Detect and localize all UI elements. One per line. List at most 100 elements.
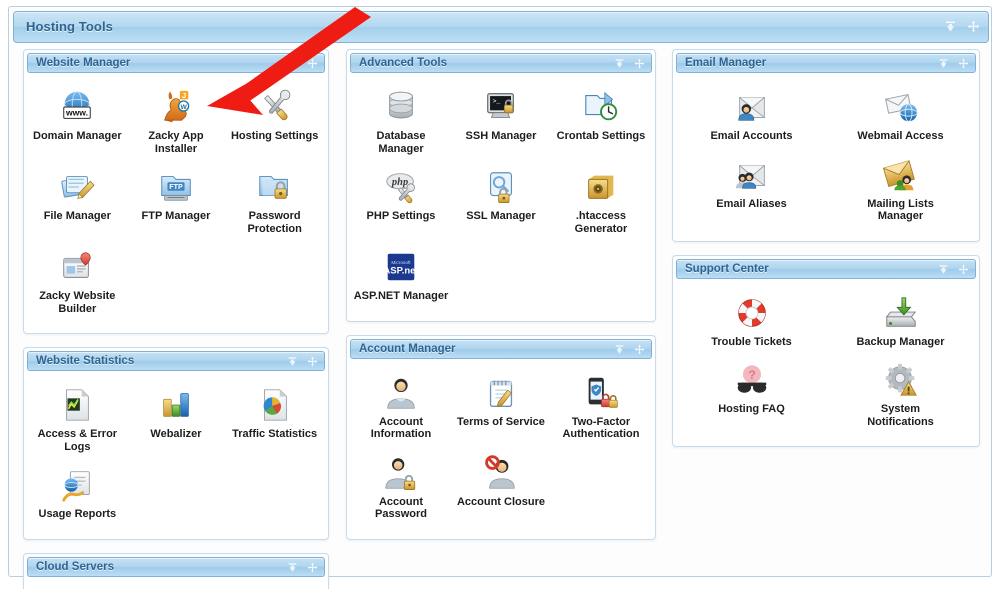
tool-tile-hosting-settings[interactable]: Hosting Settings [225, 83, 324, 163]
gear-warning-icon [881, 360, 921, 400]
column-middle: Advanced Tools Database Manager >_SSH Ma… [346, 49, 656, 553]
tool-tile-webmail-access[interactable]: Webmail Access [826, 83, 975, 151]
tool-tile-traffic-statistics[interactable]: Traffic Statistics [225, 381, 324, 461]
tool-label: Hosting Settings [231, 130, 318, 143]
panel-support-center: Support Center Trouble Tickets Backup Ma… [672, 255, 980, 448]
tool-tile-terms-of-service[interactable]: Terms of Service [451, 369, 551, 449]
tool-tile-access-error-logs[interactable]: Access & Error Logs [28, 381, 127, 461]
log-chart-document-icon [57, 385, 97, 425]
svg-text:W: W [180, 104, 187, 111]
collapse-icon[interactable] [938, 58, 949, 69]
collapse-icon[interactable] [944, 20, 957, 33]
globe-www-icon: www. [57, 87, 97, 127]
tool-tile-email-accounts[interactable]: Email Accounts [677, 83, 826, 151]
notepad-pencil-icon [481, 373, 521, 413]
move-icon[interactable] [634, 58, 645, 69]
tool-tile-database-manager[interactable]: Database Manager [351, 83, 451, 163]
tool-label: Webalizer [150, 428, 201, 441]
tool-label: PHP Settings [367, 210, 436, 223]
tool-tile-crontab-settings[interactable]: Crontab Settings [551, 83, 651, 163]
tool-tile-backup-manager[interactable]: Backup Manager [826, 289, 975, 357]
user-icon [381, 373, 421, 413]
move-icon[interactable] [967, 20, 980, 33]
collapse-icon[interactable] [287, 562, 298, 573]
move-icon[interactable] [958, 58, 969, 69]
move-icon[interactable] [307, 58, 318, 69]
page-shell: Hosting Tools Website Manager [8, 6, 992, 577]
tool-tile-ftp-manager[interactable]: FTP FTP Manager [127, 163, 226, 243]
move-icon[interactable] [307, 356, 318, 367]
panel-controls [614, 58, 645, 69]
tool-label: Account Password [353, 496, 449, 521]
panel-cloud-servers: Cloud Servers VPS Manager VPS Upgrades [23, 553, 329, 589]
tool-tile-zacky-website-builder[interactable]: Zacky Website Builder [28, 243, 127, 323]
ftp-folder-icon: FTP [156, 167, 196, 207]
main-titlebar: Hosting Tools [13, 11, 989, 43]
tool-tile-domain-manager[interactable]: www.Domain Manager [28, 83, 127, 163]
tool-tile-htaccess-generator[interactable]: .htaccess Generator [551, 163, 651, 243]
svg-text:ASP.net: ASP.net [383, 266, 419, 277]
tool-tile-hosting-faq[interactable]: ?Hosting FAQ [677, 356, 826, 436]
usage-report-icon [57, 465, 97, 505]
mailing-list-icon [881, 155, 921, 195]
move-icon[interactable] [307, 562, 318, 573]
panel-header-website-manager: Website Manager [27, 53, 325, 73]
panel-controls [938, 58, 969, 69]
collapse-icon[interactable] [287, 58, 298, 69]
tool-tile-usage-reports[interactable]: Usage Reports [28, 461, 127, 529]
tool-tile-asp-net-manager[interactable]: MicrosoftASP.netASP.NET Manager [351, 243, 451, 311]
move-icon[interactable] [634, 344, 645, 355]
panel-body-email-manager: Email Accounts Webmail Access Email Alia… [673, 73, 979, 241]
terminal-monitor-icon: >_ [481, 87, 521, 127]
tool-label: Database Manager [353, 130, 449, 155]
panel-controls [287, 356, 318, 367]
tool-tile-file-manager[interactable]: File Manager [28, 163, 127, 243]
tool-label: Account Closure [457, 496, 545, 509]
tool-tile-email-aliases[interactable]: Email Aliases [677, 151, 826, 231]
panel-body-cloud-servers: VPS Manager VPS Upgrades [24, 577, 328, 589]
page-title: Hosting Tools [26, 19, 113, 34]
panel-header-account-manager: Account Manager [350, 339, 652, 359]
panel-title: Website Statistics [36, 355, 134, 367]
tool-label: File Manager [44, 210, 111, 223]
folder-clock-icon [581, 87, 621, 127]
tool-label: ASP.NET Manager [354, 290, 449, 303]
envelope-globe-icon [881, 87, 921, 127]
tool-tile-php-settings[interactable]: phpPHP Settings [351, 163, 451, 243]
tool-label: Email Aliases [716, 198, 787, 211]
panel-controls [287, 562, 318, 573]
tool-tile-webalizer[interactable]: Webalizer [127, 381, 226, 461]
tool-label: Mailing Lists Manager [849, 198, 953, 223]
tool-label: Usage Reports [39, 508, 117, 521]
panel-grid: Website Manager www.Domain Manager JWZac… [13, 49, 989, 569]
tool-tile-two-factor-authentication[interactable]: Two-Factor Authentication [551, 369, 651, 449]
tool-tile-mailing-lists-manager[interactable]: Mailing Lists Manager [826, 151, 975, 231]
hosting-tools-page: Hosting Tools Website Manager [0, 0, 1000, 589]
tool-tile-trouble-tickets[interactable]: Trouble Tickets [677, 289, 826, 357]
tool-tile-zacky-app-installer[interactable]: JWZacky App Installer [127, 83, 226, 163]
tool-label: Zacky App Installer [129, 130, 224, 155]
file-folder-pencil-icon [57, 167, 97, 207]
svg-text:>_: >_ [492, 97, 500, 105]
bar-chart-icon [156, 385, 196, 425]
panel-body-advanced-tools: Database Manager >_ SSH Manager Crontab S… [347, 73, 655, 321]
collapse-icon[interactable] [614, 344, 625, 355]
envelope-user-icon [732, 87, 772, 127]
tool-tile-system-notifications[interactable]: System Notifications [826, 356, 975, 436]
folder-lock-icon [255, 167, 295, 207]
tool-label: SSH Manager [466, 130, 537, 143]
tool-tile-password-protection[interactable]: Password Protection [225, 163, 324, 243]
collapse-icon[interactable] [938, 264, 949, 275]
tool-tile-account-closure[interactable]: Account Closure [451, 449, 551, 529]
tool-tile-account-password[interactable]: Account Password [351, 449, 451, 529]
tool-tile-ssh-manager[interactable]: >_ SSH Manager [451, 83, 551, 163]
tool-tile-account-information[interactable]: Account Information [351, 369, 451, 449]
tool-label: Hosting FAQ [718, 403, 785, 416]
move-icon[interactable] [958, 264, 969, 275]
tool-tile-ssl-manager[interactable]: SSL Manager [451, 163, 551, 243]
collapse-icon[interactable] [614, 58, 625, 69]
collapse-icon[interactable] [287, 356, 298, 367]
pie-chart-document-icon [255, 385, 295, 425]
tool-label: FTP Manager [142, 210, 211, 223]
panel-advanced-tools: Advanced Tools Database Manager >_SSH Ma… [346, 49, 656, 322]
